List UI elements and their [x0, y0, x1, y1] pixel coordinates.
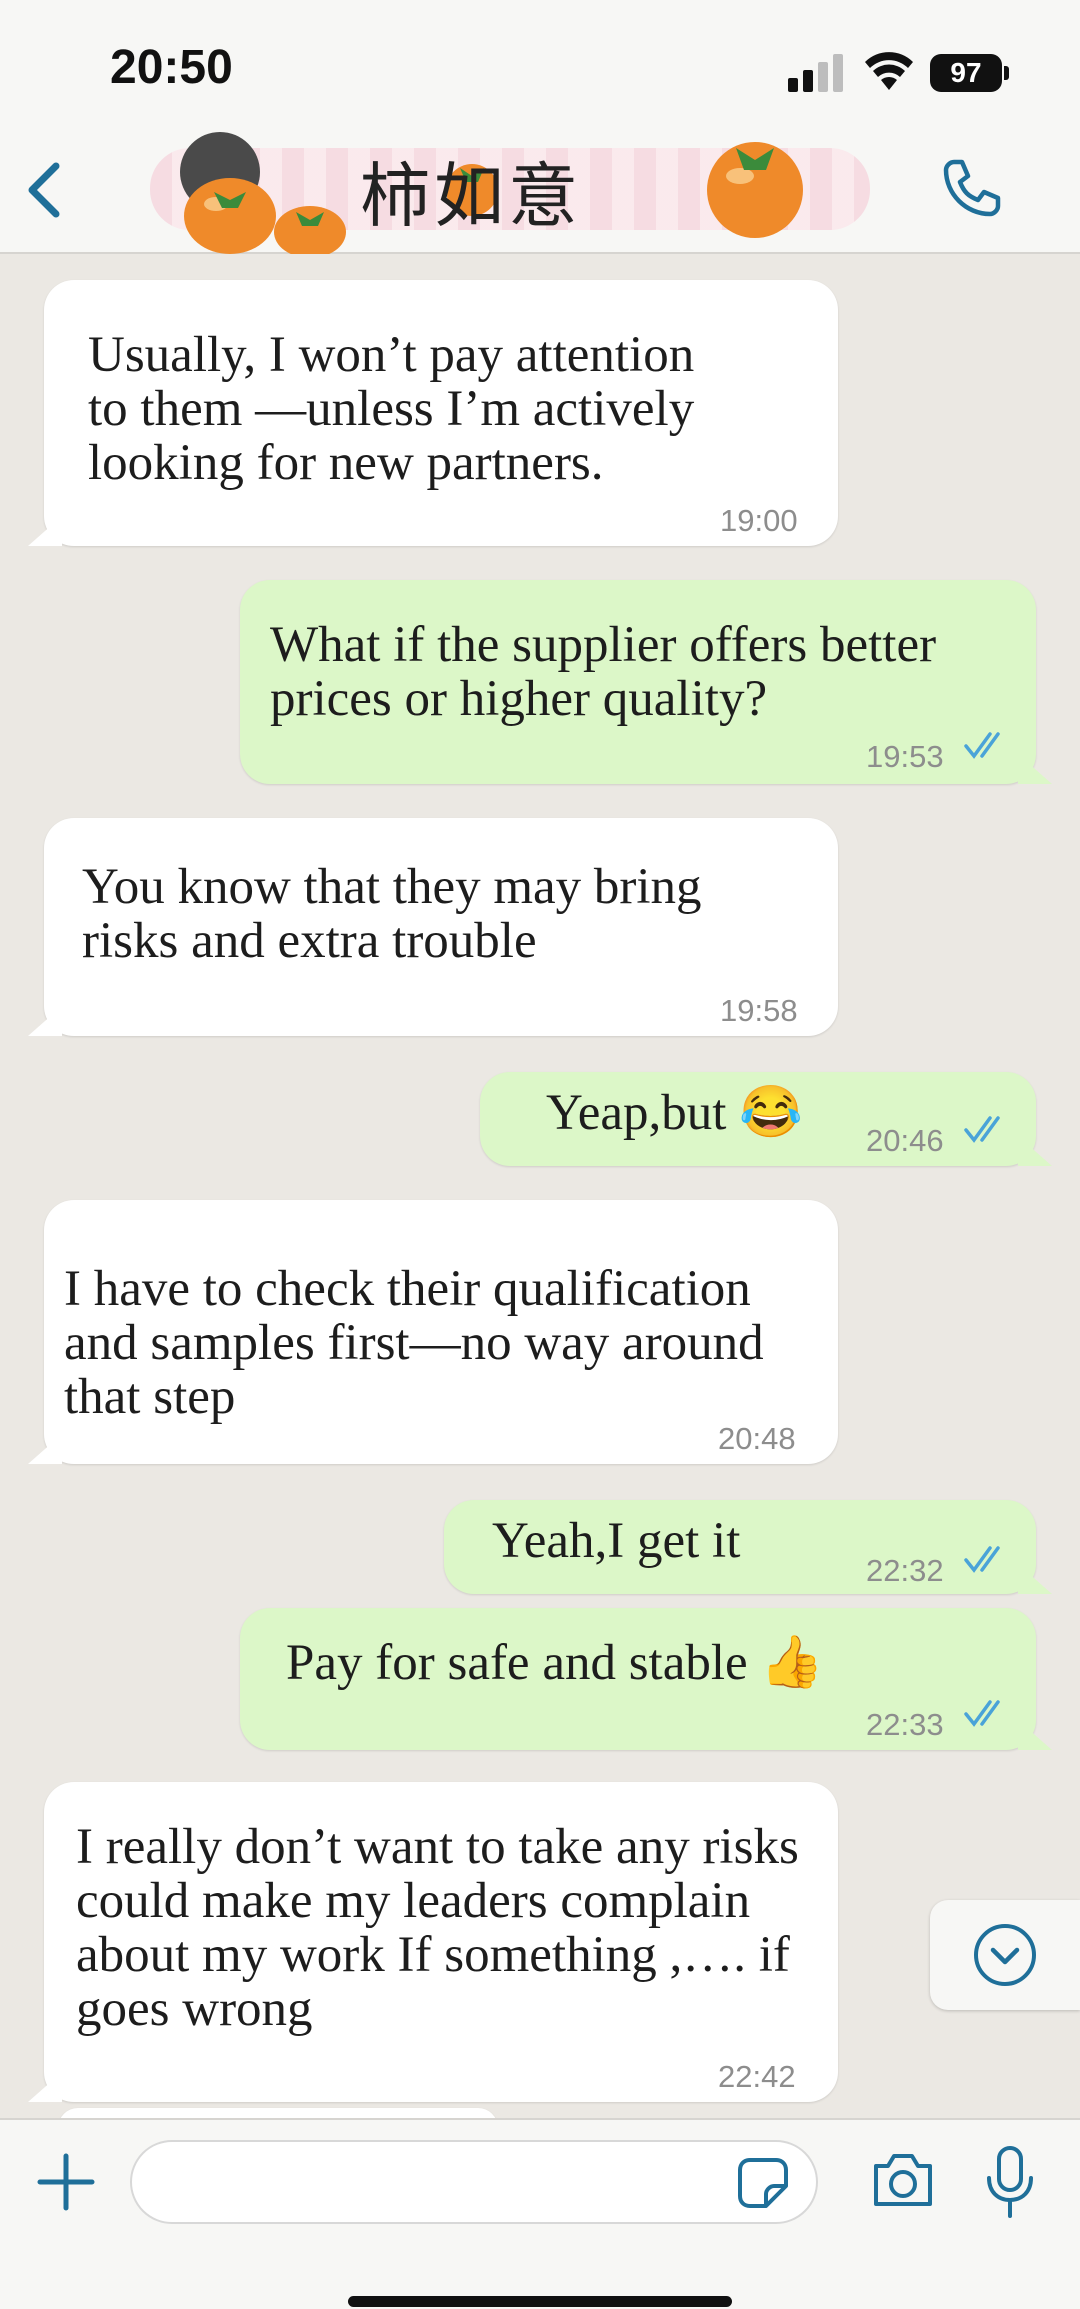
battery-indicator: 97 [930, 54, 1002, 92]
read-ticks-icon [964, 732, 1000, 759]
chat-title: 柿如意 [360, 155, 582, 237]
message-time: 19:00 [720, 503, 798, 538]
message-text: Usually, I won’t pay attention to them —… [88, 327, 695, 491]
message-time: 22:42 [718, 2059, 796, 2094]
signal-icon [788, 54, 843, 92]
message-time: 22:33 [866, 1707, 944, 1742]
message-text: Yeap,but 😂 [546, 1085, 803, 1141]
persimmon-icon [184, 178, 276, 254]
read-ticks-icon [964, 1700, 1000, 1727]
persimmon-icon [274, 206, 346, 254]
status-time: 20:50 [110, 41, 233, 94]
plus-icon[interactable] [34, 2150, 98, 2214]
sticker-icon[interactable] [736, 2156, 790, 2210]
composer-bar [0, 2118, 1080, 2309]
message-outgoing[interactable]: Yeap,but 😂 20:46 [480, 1072, 1036, 1166]
message-text: Pay for safe and stable 👍 [286, 1635, 824, 1691]
message-time: 19:53 [866, 739, 944, 774]
microphone-icon[interactable] [984, 2144, 1036, 2220]
message-time: 19:58 [720, 993, 798, 1028]
message-time: 20:48 [718, 1421, 796, 1456]
message-incoming[interactable]: I have to check their qualification and … [44, 1200, 838, 1464]
message-incoming[interactable]: I really don’t want to take any risks co… [44, 1782, 838, 2102]
chat-title-banner[interactable]: 柿如意 [140, 128, 880, 254]
scroll-to-bottom-button[interactable] [930, 1900, 1080, 2010]
message-outgoing[interactable]: Yeah,I get it 22:32 [444, 1500, 1036, 1594]
read-ticks-icon [964, 1546, 1000, 1573]
message-text: You know that they may bring risks and e… [82, 859, 702, 969]
message-time: 22:32 [866, 1553, 944, 1588]
chevron-down-icon [974, 1924, 1036, 1986]
message-outgoing[interactable]: What if the supplier offers better price… [240, 580, 1036, 784]
message-outgoing[interactable]: Pay for safe and stable 👍 22:33 [240, 1608, 1036, 1750]
home-indicator [348, 2296, 732, 2307]
camera-icon[interactable] [870, 2150, 936, 2210]
message-text: I have to check their qualification and … [64, 1261, 764, 1425]
wifi-icon [865, 52, 913, 90]
message-text: What if the supplier offers better price… [270, 617, 937, 727]
message-input[interactable] [130, 2140, 818, 2224]
message-text: I really don’t want to take any risks co… [76, 1819, 799, 2037]
read-ticks-icon [964, 1116, 1000, 1143]
chat-header: 20:50 97 柿如意 [0, 0, 1080, 254]
persimmon-icon [707, 142, 803, 238]
message-text: Yeah,I get it [492, 1513, 741, 1569]
phone-icon[interactable] [940, 156, 1004, 220]
battery-nub [1004, 66, 1009, 80]
message-incoming[interactable]: Usually, I won’t pay attention to them —… [44, 280, 838, 546]
back-chevron-icon[interactable] [18, 158, 68, 222]
message-time: 20:46 [866, 1123, 944, 1158]
message-incoming[interactable]: You know that they may bring risks and e… [44, 818, 838, 1036]
